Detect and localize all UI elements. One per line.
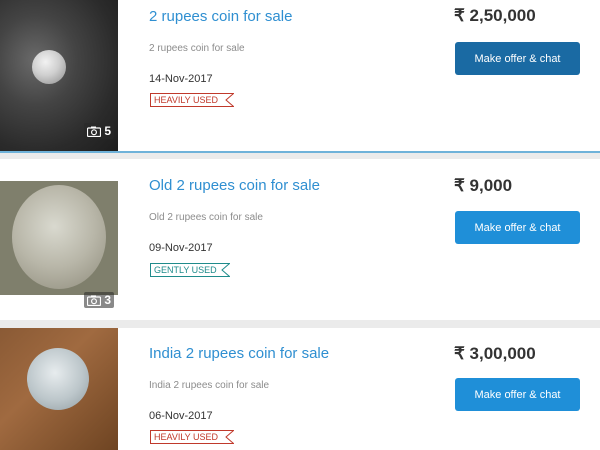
listing-card[interactable]: 3 Old 2 rupees coin for sale Old 2 rupee…	[0, 159, 600, 320]
listing-photo[interactable]: 3	[0, 159, 118, 320]
coin-image	[32, 50, 66, 84]
condition-label: GENTLY USED	[154, 265, 217, 275]
camera-icon	[87, 126, 102, 137]
make-offer-chat-button[interactable]: Make offer & chat	[455, 42, 580, 75]
listing-price: ₹ 9,000	[454, 176, 513, 195]
condition-badge: HEAVILY USED	[150, 93, 235, 107]
listing-date: 06-Nov-2017	[149, 410, 213, 422]
listing-card[interactable]: 5 2 rupees coin for sale 2 rupees coin f…	[0, 0, 600, 153]
listing-photo[interactable]	[0, 328, 118, 450]
condition-badge: GENTLY USED	[150, 263, 233, 277]
make-offer-chat-button[interactable]: Make offer & chat	[455, 378, 580, 411]
listing-subtitle: Old 2 rupees coin for sale	[149, 212, 263, 223]
listing-price: ₹ 2,50,000	[454, 6, 536, 25]
photo-count: 5	[104, 124, 111, 138]
coin-image	[27, 348, 89, 410]
listing-date: 09-Nov-2017	[149, 242, 213, 254]
listing-title[interactable]: Old 2 rupees coin for sale	[149, 177, 320, 194]
camera-icon	[87, 295, 102, 306]
listing-subtitle: 2 rupees coin for sale	[149, 43, 245, 54]
photo-count: 3	[104, 293, 111, 307]
listing-price: ₹ 3,00,000	[454, 344, 536, 363]
listing-title[interactable]: 2 rupees coin for sale	[149, 8, 292, 25]
listing-date: 14-Nov-2017	[149, 73, 213, 85]
listing-title[interactable]: India 2 rupees coin for sale	[149, 345, 329, 362]
make-offer-chat-button[interactable]: Make offer & chat	[455, 211, 580, 244]
condition-label: HEAVILY USED	[154, 432, 219, 442]
condition-badge: HEAVILY USED	[150, 430, 235, 444]
listing-subtitle: India 2 rupees coin for sale	[149, 380, 270, 391]
listing-card[interactable]: India 2 rupees coin for sale India 2 rup…	[0, 328, 600, 450]
coin-image	[12, 185, 106, 289]
condition-label: HEAVILY USED	[154, 95, 219, 105]
photo-count-badge: 5	[84, 123, 114, 139]
listing-photo[interactable]: 5	[0, 0, 118, 151]
photo-count-badge: 3	[84, 292, 114, 308]
